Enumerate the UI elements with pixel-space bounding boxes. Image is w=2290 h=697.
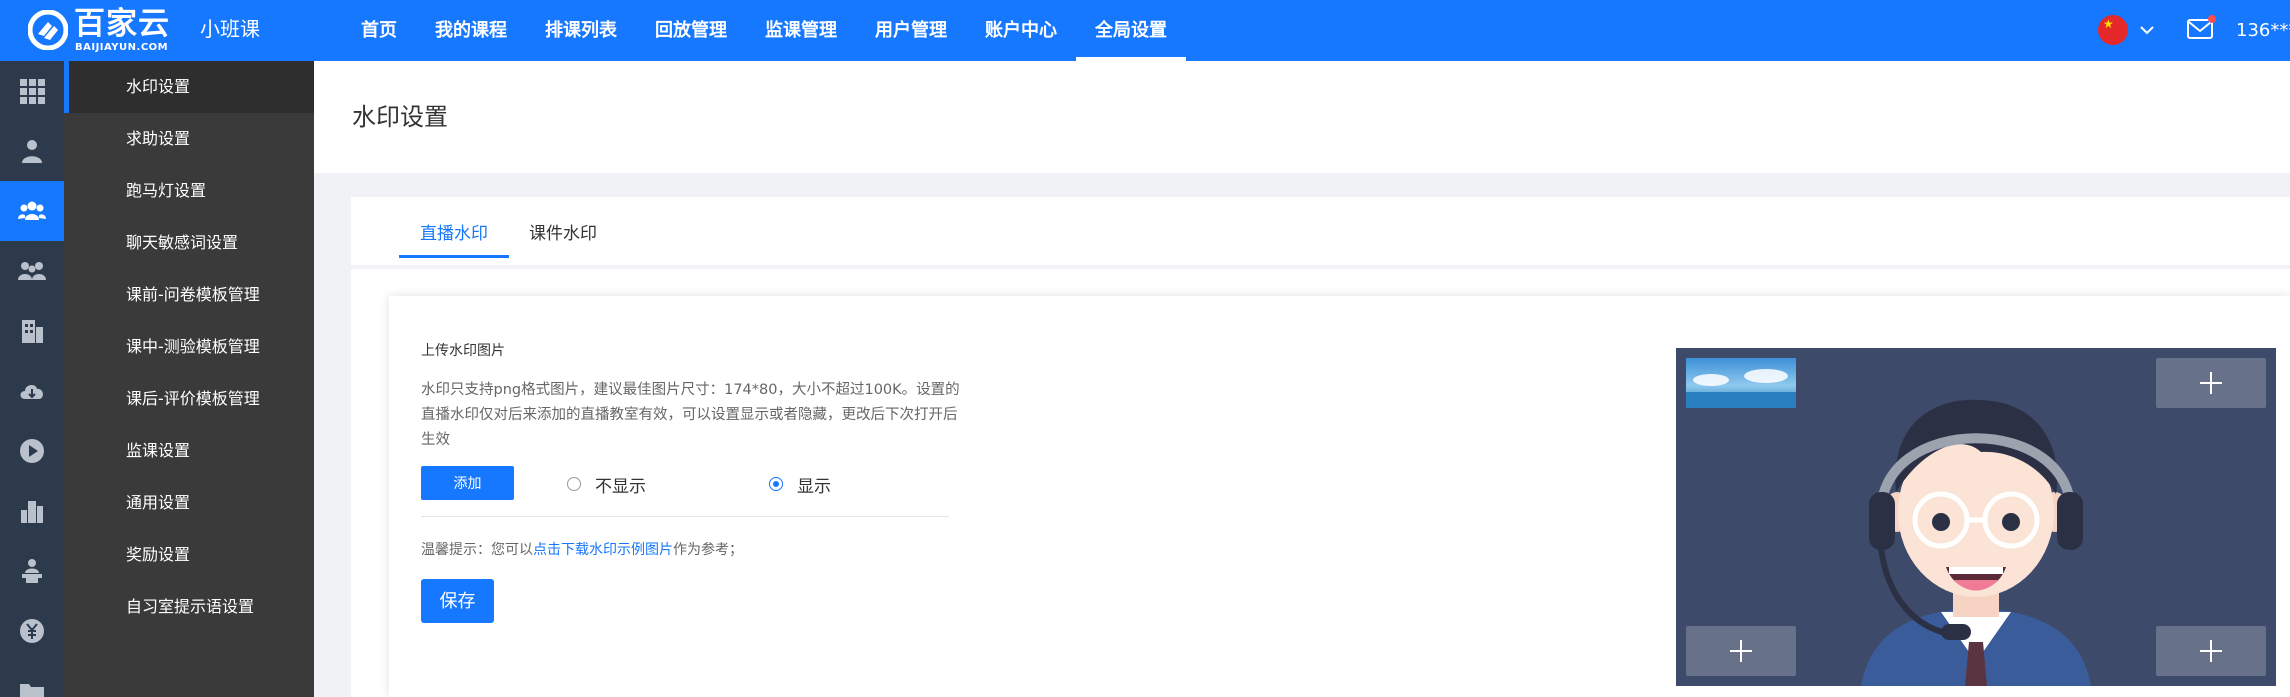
submenu-marquee[interactable]: 跑马灯设置: [64, 165, 314, 217]
submenu-sensitive-words[interactable]: 聊天敏感词设置: [64, 217, 314, 269]
submenu-study-room-tips[interactable]: 自习室提示语设置: [64, 581, 314, 633]
watermark-form-panel: 上传水印图片 水印只支持png格式图片，建议最佳图片尺寸：174*80，大小不超…: [389, 296, 2290, 697]
form-divider: [421, 516, 949, 517]
rail-folder[interactable]: [0, 661, 64, 697]
chevron-down-icon: [2140, 26, 2154, 35]
download-sample-link[interactable]: 点击下载水印示例图片: [533, 542, 673, 558]
cloud-icon: [20, 385, 43, 399]
brand-domain: BAIJIAYUN.COM: [75, 42, 169, 53]
nav-account[interactable]: 账户中心: [966, 0, 1076, 61]
folder-icon: [20, 684, 44, 697]
plus-icon: [2200, 372, 2222, 394]
building-icon: [22, 320, 43, 343]
active-tab-indicator: [399, 255, 509, 258]
nav-schedule-list[interactable]: 排课列表: [526, 0, 636, 61]
grid-icon: [20, 79, 45, 104]
radio-show[interactable]: 显示: [769, 472, 831, 497]
nav-home[interactable]: 首页: [342, 0, 416, 61]
watermark-card: 直播水印 课件水印 上传水印图片 水印只支持png格式图片，建议最佳图片尺寸：1…: [351, 197, 2290, 697]
upload-title: 上传水印图片: [421, 343, 505, 359]
play-icon: [20, 439, 44, 463]
submenu-monitor[interactable]: 监课设置: [64, 425, 314, 477]
submenu-general[interactable]: 通用设置: [64, 477, 314, 529]
rail-group[interactable]: [0, 181, 64, 241]
submenu-post-class-review[interactable]: 课后-评价模板管理: [64, 373, 314, 425]
group-icon: [18, 201, 46, 220]
watermark-thumbnail: [1686, 358, 1796, 408]
plus-icon: [1730, 640, 1752, 662]
users-icon: [18, 262, 46, 280]
nav-global-settings[interactable]: 全局设置: [1076, 0, 1186, 61]
submenu-in-class-quiz[interactable]: 课中-测验模板管理: [64, 321, 314, 373]
city-icon: [21, 501, 43, 523]
rail-city[interactable]: [0, 481, 64, 541]
top-bar: 百家云 BAIJIAYUN.COM 小班课 首页 我的课程 排课列表 回放管理 …: [0, 0, 2290, 61]
submenu-pre-class-survey[interactable]: 课前-问卷模板管理: [64, 269, 314, 321]
submenu-help[interactable]: 求助设置: [64, 113, 314, 165]
add-slot-bottom-right[interactable]: [2156, 626, 2266, 676]
radio-hide-label: 不显示: [595, 476, 646, 497]
tab-courseware-watermark[interactable]: 课件水印: [529, 222, 597, 246]
radio-hide-circle[interactable]: [567, 477, 581, 491]
rail-teacher[interactable]: [0, 121, 64, 181]
brand-name: 百家云: [74, 6, 170, 42]
tip-prefix: 温馨提示：您可以: [421, 542, 533, 558]
add-slot-bottom-left[interactable]: [1686, 626, 1796, 676]
tab-live-watermark[interactable]: 直播水印: [420, 222, 488, 246]
save-button[interactable]: 保存: [421, 579, 494, 623]
add-watermark-button[interactable]: 添加: [421, 466, 514, 500]
nav-my-courses[interactable]: 我的课程: [416, 0, 526, 61]
nav-monitor[interactable]: 监课管理: [746, 0, 856, 61]
submenu-rewards[interactable]: 奖励设置: [64, 529, 314, 581]
tip-suffix: 作为参考；: [673, 542, 743, 558]
user-account[interactable]: 136***: [2236, 0, 2290, 61]
plus-icon: [2200, 640, 2222, 662]
download-tip: 温馨提示：您可以点击下载水印示例图片作为参考；: [421, 540, 743, 560]
add-slot-top-right[interactable]: [2156, 358, 2266, 408]
teacher-avatar-illustration: [1861, 399, 2091, 686]
language-switcher[interactable]: ★: [2098, 15, 2160, 45]
yuan-icon: [20, 619, 44, 643]
radio-show-circle[interactable]: [769, 477, 783, 491]
radio-show-label: 显示: [797, 476, 831, 497]
logo-icon: [28, 10, 68, 50]
watermark-tabs: 直播水印 课件水印: [351, 197, 2290, 269]
upload-description: 水印只支持png格式图片，建议最佳图片尺寸：174*80，大小不超过100K。设…: [421, 382, 960, 448]
radio-hide[interactable]: 不显示: [567, 472, 646, 497]
rail-cloud[interactable]: [0, 361, 64, 421]
nav-users[interactable]: 用户管理: [856, 0, 966, 61]
podium-icon: [22, 559, 42, 583]
teacher-icon: [22, 140, 42, 163]
rail-play[interactable]: [0, 421, 64, 481]
nav-playback[interactable]: 回放管理: [636, 0, 746, 61]
rail-building[interactable]: [0, 301, 64, 361]
submenu-watermark[interactable]: 水印设置: [64, 61, 314, 113]
watermark-preview: [1676, 348, 2276, 686]
rail-yuan[interactable]: [0, 601, 64, 661]
page-header: 水印设置: [314, 61, 2290, 173]
rail-grid[interactable]: [0, 61, 64, 121]
main-nav: 首页 我的课程 排课列表 回放管理 监课管理 用户管理 账户中心 全局设置: [342, 0, 1186, 61]
settings-submenu: 水印设置 求助设置 跑马灯设置 聊天敏感词设置 课前-问卷模板管理 课中-测验模…: [64, 61, 314, 697]
rail-podium[interactable]: [0, 541, 64, 601]
brand-logo[interactable]: 百家云 BAIJIAYUN.COM 小班课: [28, 6, 278, 56]
icon-rail: [0, 61, 64, 697]
notification-dot: [2208, 15, 2216, 23]
china-flag-icon: ★: [2098, 15, 2128, 45]
product-name: 小班课: [200, 17, 260, 41]
rail-users[interactable]: [0, 241, 64, 301]
page-title: 水印设置: [352, 103, 448, 131]
